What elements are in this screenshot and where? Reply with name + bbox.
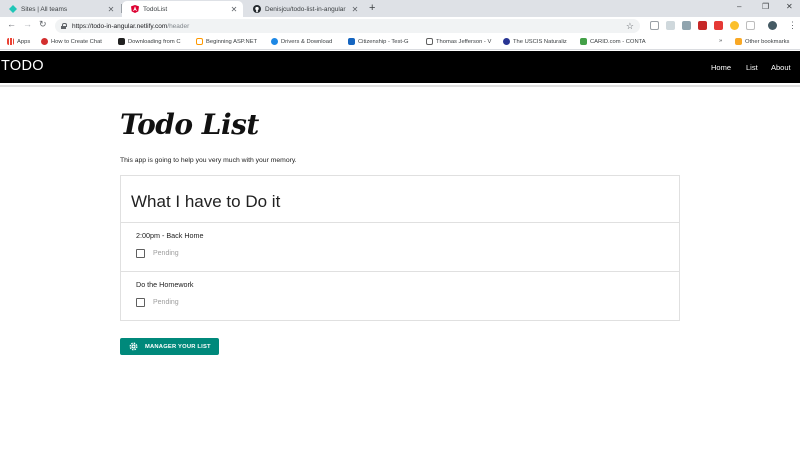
page-subtitle: This app is going to help you very much … xyxy=(120,157,297,164)
bookmark-item[interactable]: Citizenship - Test-G xyxy=(348,38,408,45)
close-icon[interactable]: ✕ xyxy=(106,5,116,14)
bookmarks-bar: Apps How to Create Chat Downloading from… xyxy=(0,35,800,50)
bookmark-star-icon[interactable]: ☆ xyxy=(626,21,634,32)
other-bookmarks-label: Other bookmarks xyxy=(745,38,790,45)
browser-toolbar: ← → ↻ https://todo-in-angular.netlify.co… xyxy=(0,17,800,35)
apps-grid-icon xyxy=(7,38,14,45)
url-path: /header xyxy=(167,22,190,30)
bookmark-item[interactable]: Beginning ASP.NET xyxy=(196,38,257,45)
navbar-brand[interactable]: TODO xyxy=(1,58,44,74)
extension-icon[interactable] xyxy=(682,21,691,30)
forward-icon[interactable]: → xyxy=(23,19,32,29)
maximize-button[interactable]: ❐ xyxy=(762,2,769,11)
manage-list-button[interactable]: MANAGER YOUR LIST xyxy=(120,338,219,355)
bookmark-item[interactable]: Downloading from C xyxy=(118,38,181,45)
nav-link-list[interactable]: List xyxy=(746,63,758,72)
bookmark-item[interactable]: The USCIS Naturaliz xyxy=(503,38,567,45)
netlify-diamond-icon xyxy=(9,5,17,13)
bookmark-item[interactable]: How to Create Chat xyxy=(41,38,102,45)
angular-icon xyxy=(131,5,139,13)
list-item: 2:00pm - Back Home Pending xyxy=(121,223,679,272)
extension-icon[interactable] xyxy=(698,21,707,30)
other-bookmarks[interactable]: Other bookmarks xyxy=(735,38,789,45)
extension-icon[interactable] xyxy=(666,21,675,30)
url-host: https://todo-in-angular.netlify.com xyxy=(72,22,168,30)
bookmark-item[interactable]: CARID.com - CONTA xyxy=(580,38,646,45)
page-title: Todo List xyxy=(120,108,259,141)
bookmark-label: The USCIS Naturaliz xyxy=(513,38,567,45)
manage-list-label: MANAGER YOUR LIST xyxy=(145,343,211,350)
extension-icon[interactable] xyxy=(650,21,659,30)
minimize-button[interactable]: – xyxy=(737,2,741,11)
bookmark-label: CARID.com - CONTA xyxy=(590,38,646,45)
folder-icon xyxy=(735,38,742,45)
pending-checkbox[interactable] xyxy=(136,298,145,307)
card-heading: What I have to Do it xyxy=(131,192,281,211)
wikipedia-icon xyxy=(426,38,433,45)
bookmark-label: Apps xyxy=(17,38,31,45)
extension-icon[interactable] xyxy=(730,21,739,30)
amazon-icon xyxy=(196,38,203,45)
address-bar[interactable]: https://todo-in-angular.netlify.com/head… xyxy=(55,19,640,33)
reload-icon[interactable]: ↻ xyxy=(39,19,47,30)
todo-card: What I have to Do it 2:00pm - Back Home … xyxy=(120,175,680,321)
site-favicon-icon xyxy=(348,38,355,45)
app-navbar: TODO Home List About xyxy=(0,51,800,83)
bookmark-item[interactable]: Drivers & Download xyxy=(271,38,332,45)
bookmark-item[interactable]: Apps xyxy=(7,38,30,45)
bookmark-item[interactable]: Thomas Jefferson - V xyxy=(426,38,491,45)
bookmarks-overflow-button[interactable]: » xyxy=(719,38,722,44)
extension-icon[interactable] xyxy=(714,21,723,30)
site-favicon-icon xyxy=(41,38,48,45)
bookmark-label: Thomas Jefferson - V xyxy=(436,38,492,45)
extension-icon[interactable] xyxy=(746,21,755,30)
close-icon[interactable]: ✕ xyxy=(229,5,239,14)
lock-icon xyxy=(61,23,67,29)
uscis-seal-icon xyxy=(503,38,510,45)
bookmark-label: Downloading from C xyxy=(128,38,181,45)
close-window-button[interactable]: ✕ xyxy=(786,2,793,11)
avatar[interactable] xyxy=(768,21,777,30)
browser-tab-strip: Sites | All teams ✕ TodoList ✕ Denisjcu/… xyxy=(0,0,800,17)
bookmark-label: How to Create Chat xyxy=(51,38,102,45)
pending-checkbox[interactable] xyxy=(136,249,145,258)
tab-label: Denisjcu/todo-list-in-angular xyxy=(265,5,346,13)
bookmark-label: Drivers & Download xyxy=(281,38,333,45)
site-favicon-icon xyxy=(580,38,587,45)
new-tab-button[interactable]: + xyxy=(369,2,375,14)
list-item: Do the Homework Pending xyxy=(121,272,679,321)
card-header: What I have to Do it xyxy=(121,176,679,223)
todo-item-name: 2:00pm - Back Home xyxy=(136,231,204,240)
tab-todolist[interactable]: TodoList ✕ xyxy=(122,1,243,17)
github-icon xyxy=(253,5,261,13)
todo-item-status: Pending xyxy=(153,299,179,306)
navbar-divider xyxy=(0,85,800,87)
site-favicon-icon xyxy=(118,38,125,45)
tab-label: Sites | All teams xyxy=(21,5,68,13)
bookmark-label: Citizenship - Test-G xyxy=(358,38,409,45)
todo-item-name: Do the Homework xyxy=(136,280,194,289)
close-icon[interactable]: ✕ xyxy=(350,5,360,14)
tab-sites[interactable]: Sites | All teams ✕ xyxy=(0,1,120,17)
tab-label: TodoList xyxy=(143,5,168,13)
nav-link-home[interactable]: Home xyxy=(711,63,731,72)
bookmark-label: Beginning ASP.NET xyxy=(206,38,258,45)
tab-github[interactable]: Denisjcu/todo-list-in-angular ✕ xyxy=(244,1,364,17)
back-icon[interactable]: ← xyxy=(7,19,16,29)
site-favicon-icon xyxy=(271,38,278,45)
gear-icon xyxy=(129,342,138,351)
bookmarks-overflow-label: » xyxy=(719,38,723,44)
nav-link-about[interactable]: About xyxy=(771,63,791,72)
todo-item-status: Pending xyxy=(153,250,179,257)
more-menu-icon[interactable]: ⋮ xyxy=(788,20,797,31)
